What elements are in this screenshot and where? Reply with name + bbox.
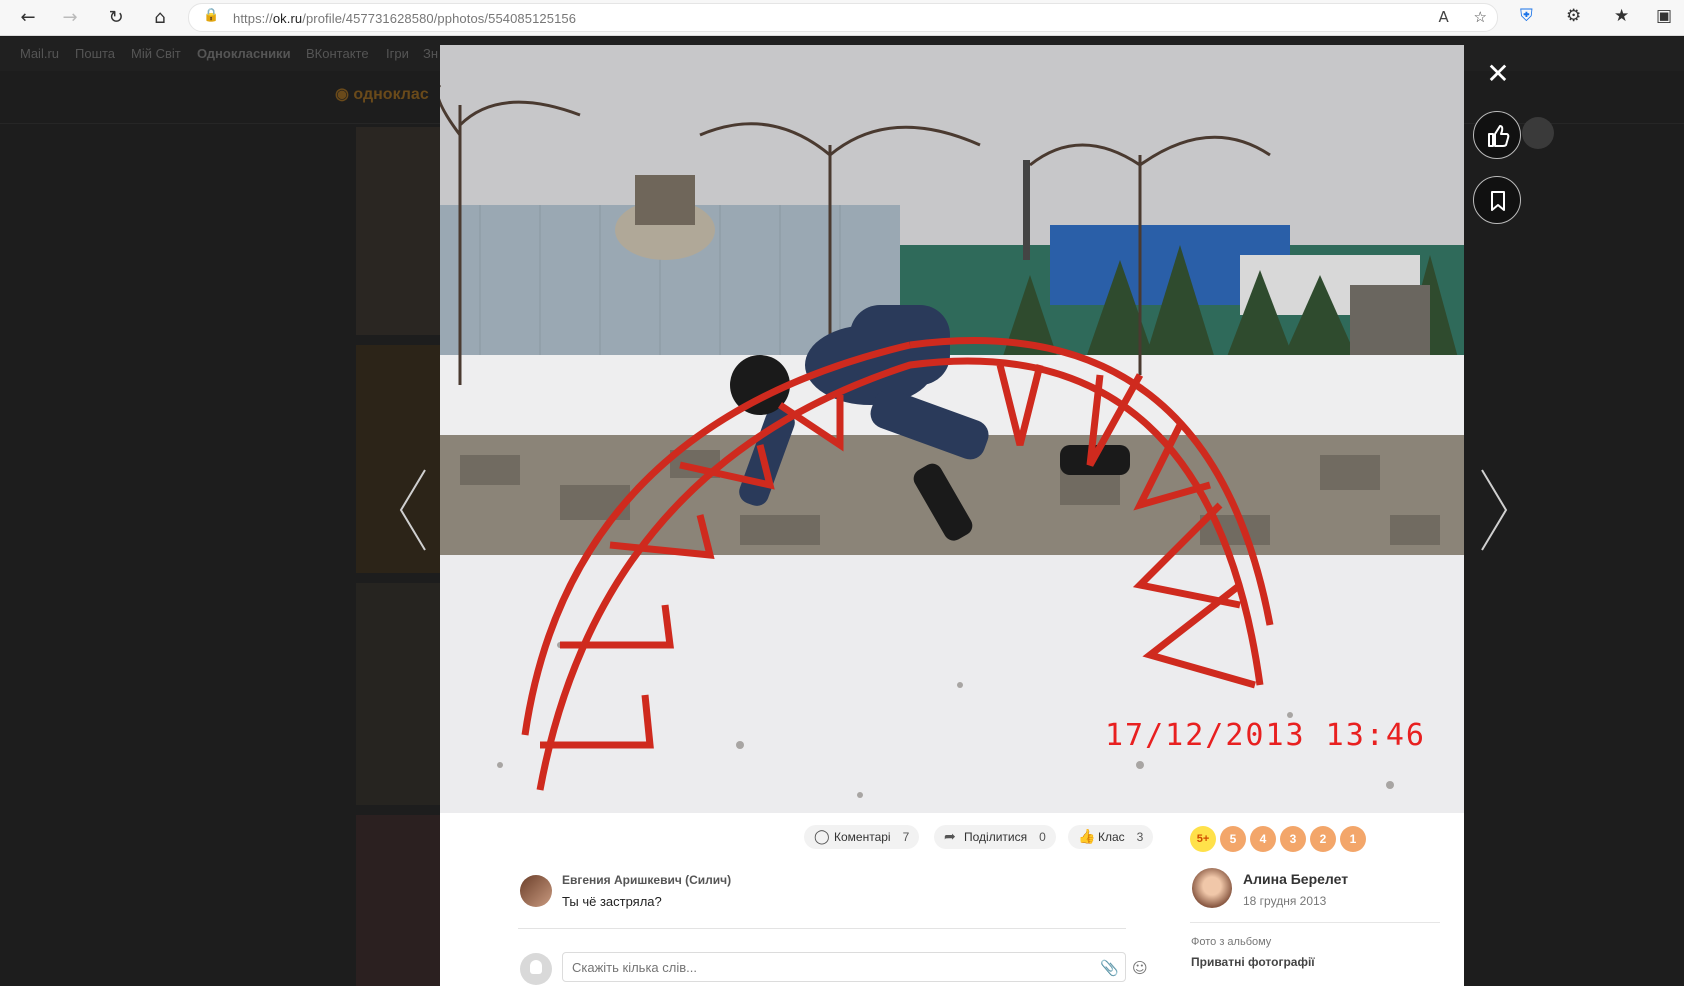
comment-author-avatar[interactable] — [520, 875, 552, 907]
emoji-icon[interactable]: ☺ — [1132, 959, 1148, 977]
like-button[interactable]: 👍 Клас 3 — [1068, 825, 1154, 849]
portal-link-games[interactable]: Ігри — [386, 46, 409, 61]
photo-author-avatar[interactable] — [1192, 868, 1232, 908]
photo-info-panel: ◯ Коментарі 7 ➦ Поділитися 0 👍 Клас 3 5+ 5 … — [440, 813, 1464, 986]
read-aloud-icon[interactable]: A — [1439, 8, 1449, 26]
forward-icon[interactable]: → — [58, 6, 82, 30]
comment-text: Ты чё застряла? — [562, 894, 662, 909]
like-side-button[interactable] — [1473, 111, 1521, 159]
lock-icon: 🔒 — [203, 8, 220, 23]
favorites-icon[interactable]: ★ — [1614, 6, 1629, 26]
address-bar[interactable]: 🔒 https://ok.ru/profile/457731628580/pph… — [188, 3, 1498, 32]
reload-icon[interactable]: ↻ — [104, 6, 128, 30]
share-button[interactable]: ➦ Поділитися 0 — [934, 825, 1056, 849]
thumbs-up-icon: 👍 — [1078, 829, 1096, 845]
close-icon[interactable]: ✕ — [1484, 60, 1512, 88]
bookmark-side-button[interactable] — [1473, 176, 1521, 224]
rating-1[interactable]: 1 — [1340, 826, 1366, 852]
portal-link-mail[interactable]: Mail.ru — [20, 46, 59, 61]
header-avatar[interactable] — [1522, 117, 1554, 149]
home-icon[interactable]: ⌂ — [148, 6, 172, 30]
rating-2[interactable]: 2 — [1310, 826, 1336, 852]
collections-icon[interactable]: ▣ — [1656, 6, 1672, 26]
ok-logo: ◉ одноклас — [335, 86, 429, 103]
current-user-avatar — [520, 953, 552, 985]
bookmark-icon — [1491, 191, 1505, 211]
comment-author-name[interactable]: Евгения Аришкевич (Силич) — [562, 873, 731, 887]
photo-date: 18 грудня 2013 — [1243, 894, 1327, 908]
album-label: Фото з альбому — [1191, 936, 1272, 948]
extensions-icon[interactable]: ⚙ — [1566, 6, 1581, 26]
comments-button[interactable]: ◯ Коментарі 7 — [804, 825, 920, 849]
background-thumbnail — [356, 583, 440, 805]
background-thumbnail — [356, 815, 440, 986]
portal-link-more[interactable]: Зн — [423, 46, 438, 61]
url-text[interactable]: https://ok.ru/profile/457731628580/pphot… — [233, 11, 576, 26]
chevron-right-icon[interactable] — [1472, 465, 1512, 555]
background-thumbnail — [356, 127, 440, 335]
photo-author-name[interactable]: Алина Берелет — [1243, 871, 1348, 887]
photo-date-stamp: 17/12/2013 13:46 — [1105, 718, 1426, 753]
chevron-left-icon[interactable] — [395, 465, 435, 555]
comment-input[interactable] — [562, 952, 1126, 982]
rating-5plus[interactable]: 5+ — [1190, 826, 1216, 852]
divider — [1190, 922, 1440, 923]
main-photo[interactable] — [440, 45, 1464, 813]
portal-link-post[interactable]: Пошта — [75, 46, 115, 61]
back-icon[interactable]: ← — [16, 6, 40, 30]
rating-3[interactable]: 3 — [1280, 826, 1306, 852]
browser-toolbar: ← → ↻ ⌂ 🔒 https://ok.ru/profile/45773162… — [0, 0, 1684, 36]
album-link[interactable]: Приватні фотографії — [1191, 955, 1315, 969]
attach-icon[interactable]: 📎 — [1100, 959, 1119, 977]
comment-icon: ◯ — [814, 829, 830, 845]
portal-link-vk[interactable]: ВКонтакте — [306, 46, 369, 61]
portal-link-myworld[interactable]: Мій Світ — [131, 46, 181, 61]
favorite-star-icon[interactable]: ☆ — [1474, 8, 1487, 26]
share-icon: ➦ — [944, 829, 956, 845]
rating-5[interactable]: 5 — [1220, 826, 1246, 852]
rating-4[interactable]: 4 — [1250, 826, 1276, 852]
divider — [518, 928, 1126, 929]
thumbs-up-icon — [1488, 125, 1510, 147]
portal-link-ok[interactable]: Однокласники — [197, 46, 291, 61]
shield-extension-icon[interactable]: ⛨ — [1520, 6, 1533, 26]
